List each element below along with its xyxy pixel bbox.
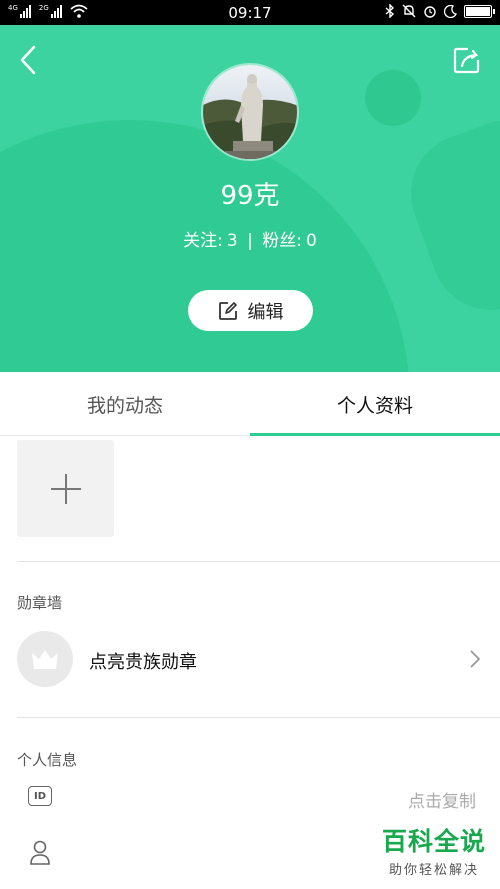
decorative-shape: [394, 103, 500, 327]
back-arrow-icon[interactable]: [14, 43, 44, 77]
fans-count[interactable]: 0: [306, 231, 317, 251]
bluetooth-icon: [385, 4, 395, 18]
profile-page: 4G 2G 09:17 99克 关注: 3 | 粉丝: 0 编辑 我的动态 个人…: [0, 0, 500, 889]
edit-icon: [218, 301, 237, 320]
follow-count[interactable]: 3: [227, 231, 238, 251]
tab-label: 我的动态: [86, 394, 163, 417]
profile-tabs: 我的动态 个人资料: [0, 372, 500, 436]
tab-label: 个人资料: [336, 394, 413, 417]
stats-separator: |: [247, 231, 253, 251]
chevron-right-icon: [470, 650, 481, 668]
share-icon[interactable]: [452, 45, 482, 75]
status-bar: 4G 2G 09:17: [0, 0, 500, 25]
follow-stats: 关注: 3 | 粉丝: 0: [0, 226, 500, 251]
medal-wall-title: 勋章墙: [17, 594, 63, 612]
follow-label: 关注:: [183, 231, 223, 251]
moon-icon: [444, 4, 457, 18]
edit-profile-button[interactable]: 编辑: [188, 290, 313, 331]
user-icon: [30, 840, 50, 865]
copy-id-button[interactable]: 点击复制: [408, 787, 476, 812]
fans-label: 粉丝:: [262, 231, 302, 251]
divider: [17, 717, 500, 718]
avatar-statue-image: [203, 65, 297, 159]
watermark-subtitle: 助你轻松解决: [388, 863, 479, 878]
watermark-logo: 百科全说 助你轻松解决: [382, 827, 486, 878]
personal-info-title: 个人信息: [17, 751, 78, 769]
id-card-icon: ID: [28, 786, 52, 806]
silent-bell-icon: [402, 4, 416, 18]
crown-icon: [17, 631, 73, 687]
tab-profile-info[interactable]: 个人资料: [250, 372, 500, 436]
battery-icon: [464, 4, 495, 18]
username: 99克: [220, 181, 280, 211]
alarm-icon: [424, 6, 436, 18]
decorative-circle: [365, 70, 421, 126]
divider: [17, 561, 500, 562]
user-id-row: ID 点击复制: [0, 782, 500, 816]
watermark-title: 百科全说: [381, 827, 486, 856]
profile-header: 99克 关注: 3 | 粉丝: 0 编辑: [0, 25, 500, 372]
status-icons: [385, 4, 495, 18]
medal-label: 点亮贵族勋章: [89, 652, 197, 673]
noble-medal-row[interactable]: 点亮贵族勋章: [0, 628, 500, 692]
add-photo-button[interactable]: [17, 440, 114, 537]
avatar[interactable]: [201, 63, 299, 161]
plus-icon: [50, 473, 81, 504]
tab-my-activity[interactable]: 我的动态: [0, 372, 250, 436]
edit-button-label: 编辑: [247, 301, 284, 323]
